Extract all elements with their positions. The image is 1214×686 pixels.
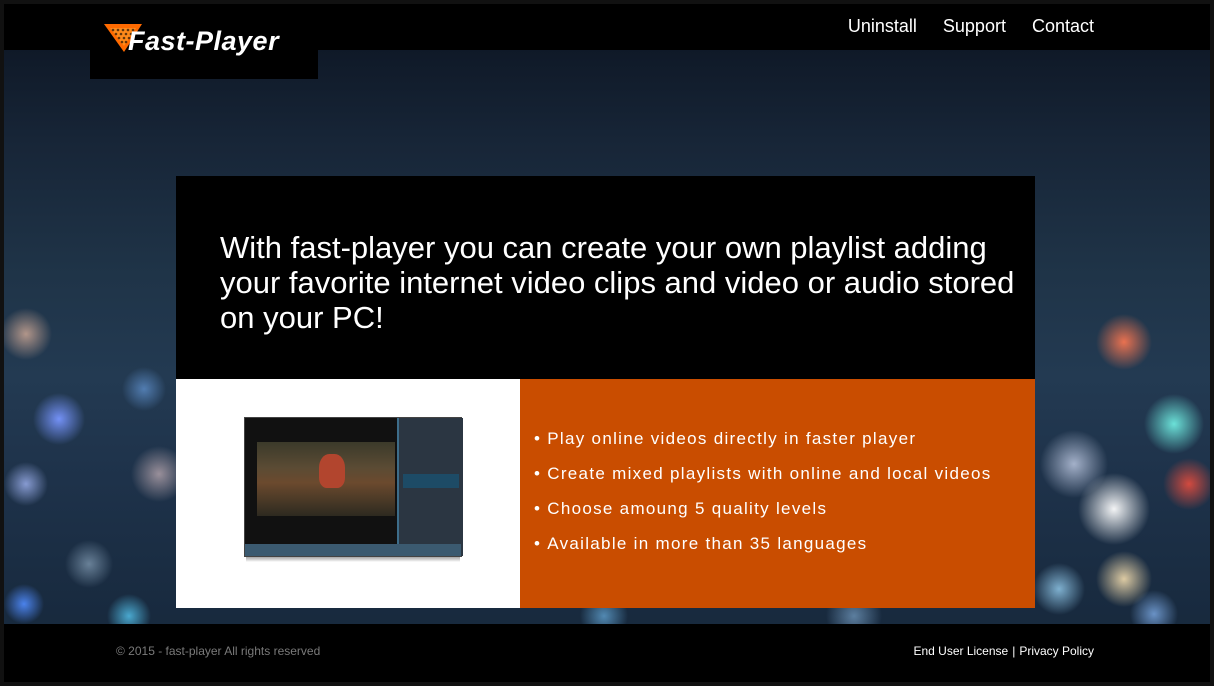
eula-link[interactable]: End User License: [913, 644, 1008, 658]
screenshot-shadow: [246, 557, 460, 562]
logo[interactable]: Fast-Player: [90, 4, 318, 79]
feature-item: • Create mixed playlists with online and …: [534, 456, 992, 491]
footer-separator: |: [1012, 644, 1016, 658]
hero-banner: With fast-player you can create your own…: [176, 176, 1035, 379]
player-screenshot-image: [244, 417, 463, 563]
product-screenshot-panel: [176, 379, 520, 608]
player-window: [244, 417, 463, 557]
bullet-icon: •: [534, 499, 542, 518]
feature-text: Create mixed playlists with online and l…: [547, 464, 992, 483]
bullet-icon: •: [534, 534, 542, 553]
feature-item: • Play online videos directly in faster p…: [534, 421, 992, 456]
page-frame: Fast-Player Uninstall Support Contact Wi…: [0, 0, 1214, 686]
features-panel: • Play online videos directly in faster p…: [520, 379, 1035, 608]
player-playlist-sidebar: [397, 418, 463, 556]
logo-text: Fast-Player: [128, 26, 280, 56]
nav-uninstall-link[interactable]: Uninstall: [848, 16, 917, 37]
player-video-area: [257, 442, 395, 516]
bullet-icon: •: [534, 464, 542, 483]
feature-text: Available in more than 35 languages: [547, 534, 868, 553]
feature-text: Play online videos directly in faster pl…: [547, 429, 917, 448]
bullet-icon: •: [534, 429, 542, 448]
copyright-text: © 2015 - fast-player All rights reserved: [116, 644, 321, 658]
privacy-policy-link[interactable]: Privacy Policy: [1019, 644, 1094, 658]
feature-text: Choose amoung 5 quality levels: [547, 499, 828, 518]
player-control-bar: [245, 544, 461, 556]
footer: © 2015 - fast-player All rights reserved…: [4, 624, 1210, 682]
playlist-item: [403, 474, 459, 488]
video-character: [319, 454, 345, 488]
nav-contact-link[interactable]: Contact: [1032, 16, 1094, 37]
features-list: • Play online videos directly in faster p…: [534, 421, 992, 561]
nav-support-link[interactable]: Support: [943, 16, 1006, 37]
hero-headline: With fast-player you can create your own…: [220, 230, 1015, 335]
footer-links: End User License | Privacy Policy: [913, 644, 1094, 658]
feature-item: • Available in more than 35 languages: [534, 526, 992, 561]
feature-item: • Choose amoung 5 quality levels: [534, 491, 992, 526]
main-nav: Uninstall Support Contact: [848, 16, 1094, 37]
